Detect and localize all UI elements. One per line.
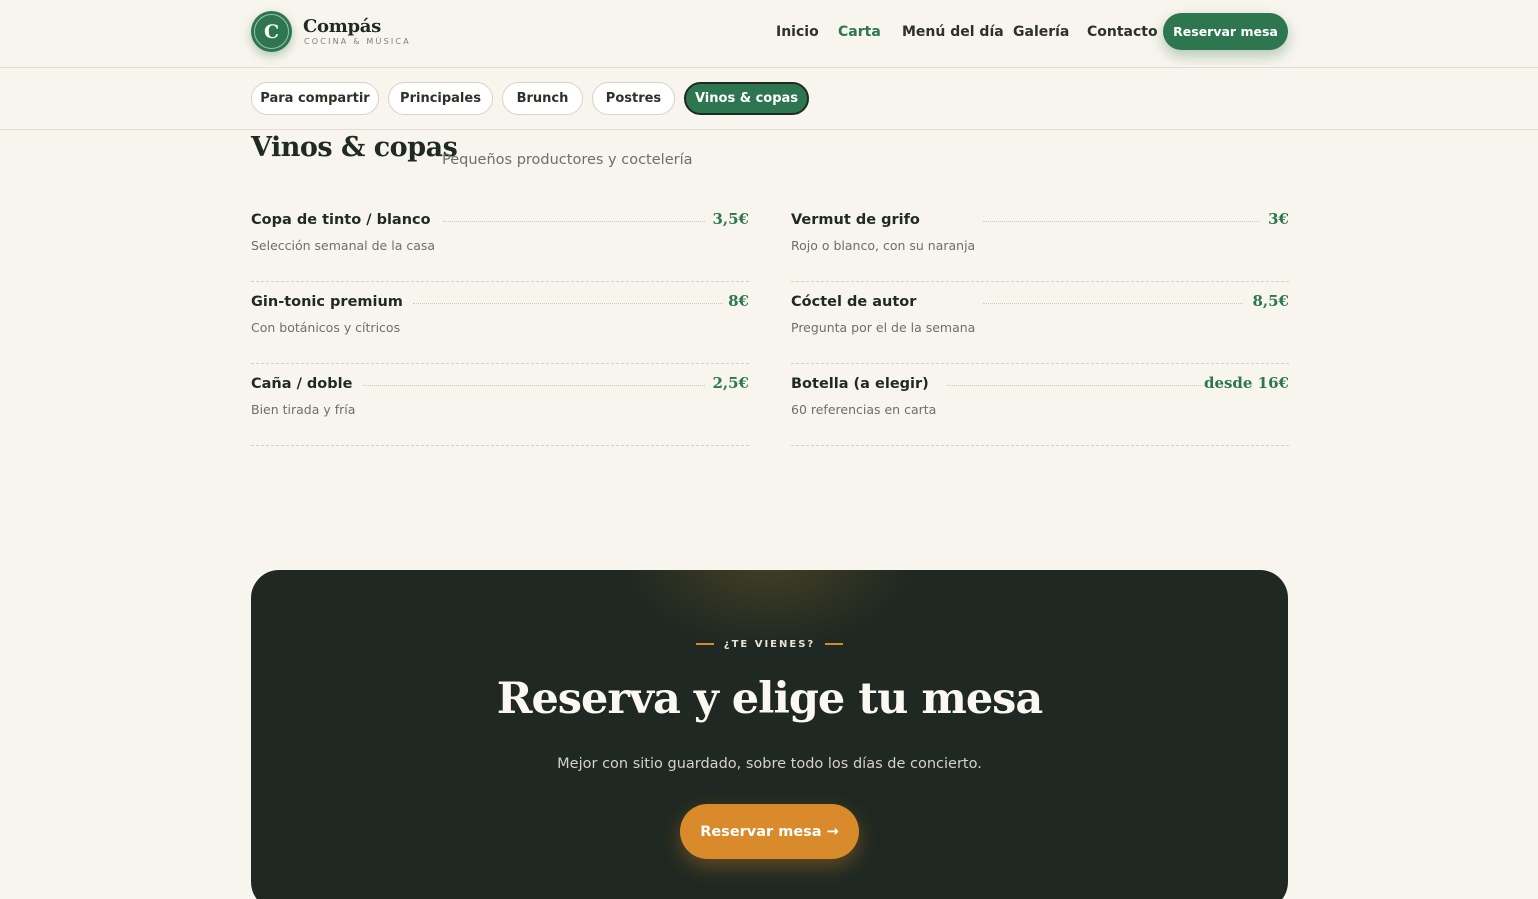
nav-item-carta[interactable]: Carta [838,24,881,42]
menu-item: Gin-tonic premium 8€ Con botánicos y cít… [251,282,749,364]
tab-vinos-copas[interactable]: Vinos & copas [684,82,809,115]
tab-postres[interactable]: Postres [592,82,675,115]
tab-brunch[interactable]: Brunch [502,82,583,115]
cta-reserve-button[interactable]: Reservar mesa → [680,804,859,859]
menu-item-desc: Con botánicos y cítricos [251,320,401,335]
section-title: Vinos & copas [251,132,458,163]
section-subtitle: Pequeños productores y coctelería [442,152,693,168]
cta-eyebrow-text: ¿TE VIENES? [723,638,816,650]
menu-item-desc: Bien tirada y fría [251,402,356,417]
menu-item-price: desde 16€ [1203,374,1289,392]
nav-item-inicio[interactable]: Inicio [776,24,819,42]
menu-item-desc: 60 referencias en carta [791,402,937,417]
menu-item-leader [413,303,723,304]
menu-item: Botella (a elegir) desde 16€ 60 referenc… [791,364,1289,446]
logo-icon[interactable]: C [251,11,292,52]
cta-subtitle: Mejor con sitio guardado, sobre todo los… [557,756,982,772]
menu-item-leader [947,385,1205,386]
menu-item-leader [363,385,705,386]
menu-item-name: Copa de tinto / blanco [251,212,431,228]
brand-name[interactable]: Compás [303,16,381,37]
menu-item-price: 3,5€ [712,210,749,228]
tab-principales[interactable]: Principales [388,82,493,115]
menu-item-name: Gin-tonic premium [251,294,403,310]
nav-item-contacto[interactable]: Contacto [1087,24,1158,42]
cta-title: Reserva y elige tu mesa [496,674,1044,724]
menu-item-leader [443,221,705,222]
nav-item-galeria[interactable]: Galería [1013,24,1069,42]
eyebrow-line-left [695,643,714,645]
category-tabs: Para compartir Principales Brunch Postre… [0,68,1538,130]
menu-item-price: 2,5€ [712,374,749,392]
menu-item-desc: Pregunta por el de la semana [791,320,976,335]
menu-item-price: 3€ [1268,210,1289,228]
site-header: C Compás COCINA & MÚSICA Inicio Carta Me… [0,0,1538,68]
reserve-table-button[interactable]: Reservar mesa [1163,13,1288,50]
logo-ring [254,14,289,49]
eyebrow-line-right [825,643,844,645]
menu-item-leader [983,221,1259,222]
tab-para-compartir[interactable]: Para compartir [251,82,379,115]
menu-item-name: Botella (a elegir) [791,376,929,392]
menu-item-desc: Rojo o blanco, con su naranja [791,238,976,253]
menu-item-leader [983,303,1243,304]
menu-item-name: Caña / doble [251,376,353,392]
brand-tagline: COCINA & MÚSICA [304,37,411,46]
menu-item: Vermut de grifo 3€ Rojo o blanco, con su… [791,200,1289,282]
menu-item: Cóctel de autor 8,5€ Pregunta por el de … [791,282,1289,364]
reservation-cta: ¿TE VIENES? Reserva y elige tu mesa Mejo… [251,570,1288,899]
menu-item-name: Cóctel de autor [791,294,917,310]
menu-item-price: 8,5€ [1252,292,1289,310]
menu-item-name: Vermut de grifo [791,212,920,228]
menu-item-desc: Selección semanal de la casa [251,238,436,253]
nav-item-menu-del-dia[interactable]: Menú del día [902,24,1004,42]
menu-item-price: 8€ [728,292,749,310]
cta-eyebrow: ¿TE VIENES? [251,637,1288,651]
menu-item: Caña / doble 2,5€ Bien tirada y fría [251,364,749,446]
menu-item: Copa de tinto / blanco 3,5€ Selección se… [251,200,749,282]
